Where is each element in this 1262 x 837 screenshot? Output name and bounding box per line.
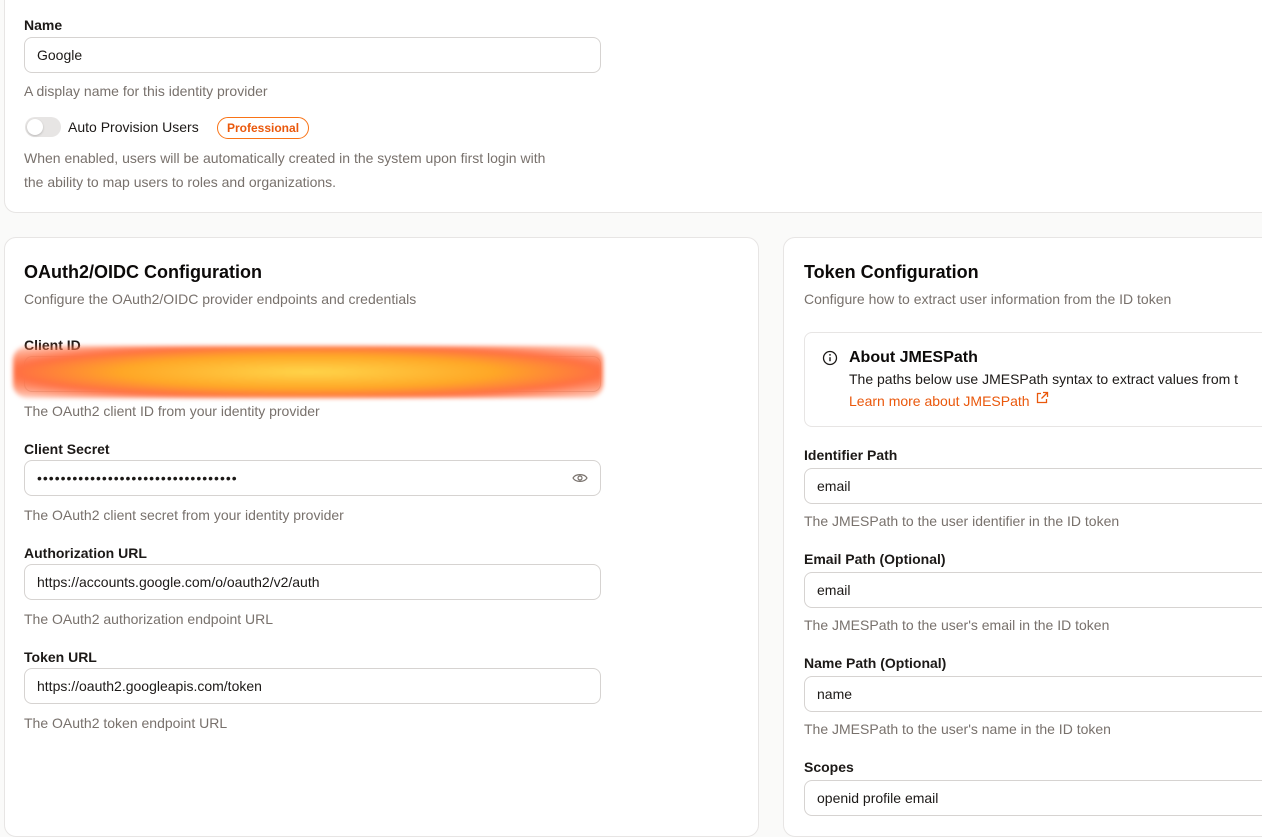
name-input-value: Google: [37, 47, 83, 63]
general-settings-card: Name Google A display name for this iden…: [4, 0, 1262, 213]
info-icon: [822, 350, 838, 371]
name-path-label: Name Path (Optional): [804, 655, 947, 671]
scopes-value: openid profile email: [817, 790, 939, 806]
auto-provision-help-line1: When enabled, users will be automaticall…: [24, 150, 546, 166]
scopes-label: Scopes: [804, 759, 854, 775]
eye-icon[interactable]: [572, 471, 588, 490]
token-url-value: https://oauth2.googleapis.com/token: [37, 678, 262, 694]
external-link-icon: [1035, 391, 1049, 410]
identifier-path-help: The JMESPath to the user identifier in t…: [804, 513, 1120, 529]
name-path-input[interactable]: name: [804, 676, 1262, 712]
jmespath-info-box: About JMESPath The paths below use JMESP…: [804, 332, 1262, 427]
email-path-label: Email Path (Optional): [804, 551, 946, 567]
email-path-input[interactable]: email: [804, 572, 1262, 608]
info-text: The paths below use JMESPath syntax to e…: [849, 371, 1239, 387]
email-path-help: The JMESPath to the user's email in the …: [804, 617, 1110, 633]
auto-provision-toggle[interactable]: [25, 117, 61, 137]
auto-provision-label: Auto Provision Users: [68, 119, 199, 135]
name-input[interactable]: Google: [24, 37, 601, 73]
name-path-value: name: [817, 686, 853, 702]
email-path-value: email: [817, 582, 851, 598]
token-url-input[interactable]: https://oauth2.googleapis.com/token: [24, 668, 601, 704]
auth-url-input[interactable]: https://accounts.google.com/o/oauth2/v2/…: [24, 564, 601, 600]
auto-provision-help-line2: the ability to map users to roles and or…: [24, 174, 337, 190]
jmespath-link-text: Learn more about JMESPath: [849, 392, 1030, 409]
oauth-config-card: OAuth2/OIDC Configuration Configure the …: [4, 237, 759, 837]
auth-url-value: https://accounts.google.com/o/oauth2/v2/…: [37, 574, 320, 590]
jmespath-link[interactable]: Learn more about JMESPath: [849, 391, 1049, 410]
oauth-card-subtitle: Configure the OAuth2/OIDC provider endpo…: [24, 291, 417, 307]
token-url-label: Token URL: [24, 649, 97, 665]
auth-url-help: The OAuth2 authorization endpoint URL: [24, 611, 274, 627]
token-card-subtitle: Configure how to extract user informatio…: [804, 291, 1172, 307]
auth-url-label: Authorization URL: [24, 545, 147, 561]
name-path-help: The JMESPath to the user's name in the I…: [804, 721, 1111, 737]
toggle-knob: [27, 119, 43, 135]
identifier-path-label: Identifier Path: [804, 447, 898, 463]
client-secret-help: The OAuth2 client secret from your ident…: [24, 507, 344, 523]
client-secret-input[interactable]: ••••••••••••••••••••••••••••••••••: [24, 460, 601, 496]
client-secret-value: ••••••••••••••••••••••••••••••••••: [37, 470, 238, 486]
name-help: A display name for this identity provide…: [24, 83, 268, 99]
token-url-help: The OAuth2 token endpoint URL: [24, 715, 228, 731]
name-label: Name: [24, 17, 63, 33]
identifier-path-input[interactable]: email: [804, 468, 1262, 504]
oauth-card-title: OAuth2/OIDC Configuration: [24, 262, 262, 282]
info-title: About JMESPath: [849, 349, 978, 366]
client-secret-label: Client Secret: [24, 441, 110, 457]
identifier-path-value: email: [817, 478, 851, 494]
professional-badge: Professional: [217, 117, 310, 139]
token-config-card: Token Configuration Configure how to ext…: [783, 237, 1262, 837]
client-id-help: The OAuth2 client ID from your identity …: [24, 403, 320, 419]
token-card-title: Token Configuration: [804, 262, 979, 282]
redaction-overlay: [13, 346, 603, 398]
